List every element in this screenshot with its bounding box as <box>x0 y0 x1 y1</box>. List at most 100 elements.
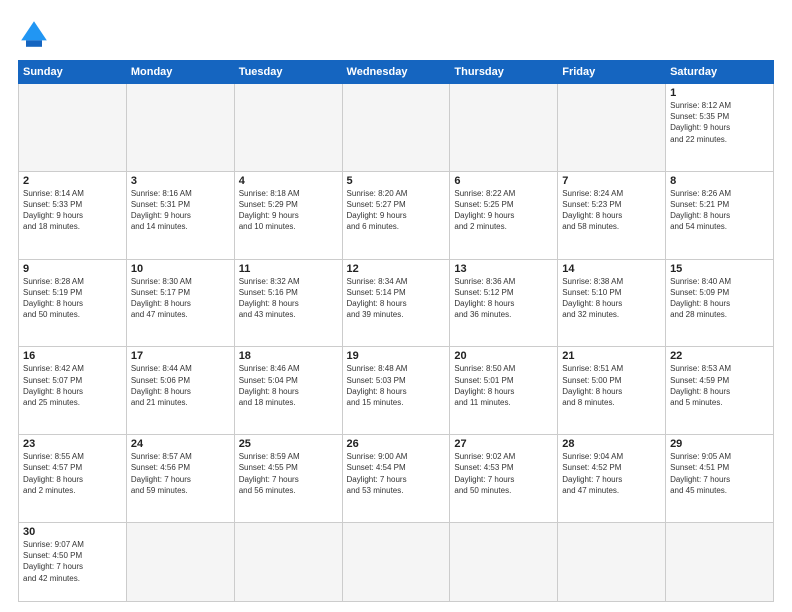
day-number: 22 <box>670 350 769 362</box>
day-number: 25 <box>239 438 338 450</box>
calendar-cell: 28Sunrise: 9:04 AM Sunset: 4:52 PM Dayli… <box>558 435 666 523</box>
day-info: Sunrise: 8:32 AM Sunset: 5:16 PM Dayligh… <box>239 276 338 321</box>
calendar-cell <box>666 522 774 601</box>
day-info: Sunrise: 8:28 AM Sunset: 5:19 PM Dayligh… <box>23 276 122 321</box>
calendar-cell: 15Sunrise: 8:40 AM Sunset: 5:09 PM Dayli… <box>666 259 774 347</box>
calendar-table: SundayMondayTuesdayWednesdayThursdayFrid… <box>18 60 774 602</box>
calendar-cell: 23Sunrise: 8:55 AM Sunset: 4:57 PM Dayli… <box>19 435 127 523</box>
day-number: 5 <box>347 175 446 187</box>
page: SundayMondayTuesdayWednesdayThursdayFrid… <box>0 0 792 612</box>
calendar-cell: 8Sunrise: 8:26 AM Sunset: 5:21 PM Daylig… <box>666 171 774 259</box>
day-number: 23 <box>23 438 122 450</box>
day-number: 8 <box>670 175 769 187</box>
day-number: 21 <box>562 350 661 362</box>
day-info: Sunrise: 8:55 AM Sunset: 4:57 PM Dayligh… <box>23 451 122 496</box>
day-number: 6 <box>454 175 553 187</box>
day-info: Sunrise: 9:05 AM Sunset: 4:51 PM Dayligh… <box>670 451 769 496</box>
calendar-cell <box>126 522 234 601</box>
day-number: 24 <box>131 438 230 450</box>
calendar-cell: 12Sunrise: 8:34 AM Sunset: 5:14 PM Dayli… <box>342 259 450 347</box>
day-info: Sunrise: 8:42 AM Sunset: 5:07 PM Dayligh… <box>23 363 122 408</box>
calendar-cell: 21Sunrise: 8:51 AM Sunset: 5:00 PM Dayli… <box>558 347 666 435</box>
calendar-cell <box>342 522 450 601</box>
calendar-cell: 27Sunrise: 9:02 AM Sunset: 4:53 PM Dayli… <box>450 435 558 523</box>
day-info: Sunrise: 8:26 AM Sunset: 5:21 PM Dayligh… <box>670 188 769 233</box>
calendar-cell: 3Sunrise: 8:16 AM Sunset: 5:31 PM Daylig… <box>126 171 234 259</box>
week-row: 23Sunrise: 8:55 AM Sunset: 4:57 PM Dayli… <box>19 435 774 523</box>
weekday-header: Saturday <box>666 61 774 84</box>
calendar-cell: 19Sunrise: 8:48 AM Sunset: 5:03 PM Dayli… <box>342 347 450 435</box>
calendar-cell: 11Sunrise: 8:32 AM Sunset: 5:16 PM Dayli… <box>234 259 342 347</box>
day-number: 9 <box>23 263 122 275</box>
weekday-header: Tuesday <box>234 61 342 84</box>
day-number: 18 <box>239 350 338 362</box>
calendar-cell <box>558 84 666 172</box>
day-info: Sunrise: 8:38 AM Sunset: 5:10 PM Dayligh… <box>562 276 661 321</box>
logo-icon <box>18 18 50 50</box>
weekday-header: Monday <box>126 61 234 84</box>
day-number: 20 <box>454 350 553 362</box>
day-info: Sunrise: 8:53 AM Sunset: 4:59 PM Dayligh… <box>670 363 769 408</box>
day-info: Sunrise: 8:16 AM Sunset: 5:31 PM Dayligh… <box>131 188 230 233</box>
week-row: 2Sunrise: 8:14 AM Sunset: 5:33 PM Daylig… <box>19 171 774 259</box>
day-number: 14 <box>562 263 661 275</box>
calendar-cell <box>126 84 234 172</box>
calendar-cell: 10Sunrise: 8:30 AM Sunset: 5:17 PM Dayli… <box>126 259 234 347</box>
calendar-cell: 9Sunrise: 8:28 AM Sunset: 5:19 PM Daylig… <box>19 259 127 347</box>
day-info: Sunrise: 8:36 AM Sunset: 5:12 PM Dayligh… <box>454 276 553 321</box>
day-info: Sunrise: 8:46 AM Sunset: 5:04 PM Dayligh… <box>239 363 338 408</box>
day-number: 1 <box>670 87 769 99</box>
day-number: 15 <box>670 263 769 275</box>
day-info: Sunrise: 9:02 AM Sunset: 4:53 PM Dayligh… <box>454 451 553 496</box>
day-info: Sunrise: 8:22 AM Sunset: 5:25 PM Dayligh… <box>454 188 553 233</box>
calendar-cell <box>19 84 127 172</box>
calendar-cell: 24Sunrise: 8:57 AM Sunset: 4:56 PM Dayli… <box>126 435 234 523</box>
weekday-header: Sunday <box>19 61 127 84</box>
calendar-cell: 13Sunrise: 8:36 AM Sunset: 5:12 PM Dayli… <box>450 259 558 347</box>
day-number: 29 <box>670 438 769 450</box>
day-info: Sunrise: 8:57 AM Sunset: 4:56 PM Dayligh… <box>131 451 230 496</box>
calendar-cell: 5Sunrise: 8:20 AM Sunset: 5:27 PM Daylig… <box>342 171 450 259</box>
calendar-cell: 22Sunrise: 8:53 AM Sunset: 4:59 PM Dayli… <box>666 347 774 435</box>
calendar-cell: 20Sunrise: 8:50 AM Sunset: 5:01 PM Dayli… <box>450 347 558 435</box>
calendar-cell <box>342 84 450 172</box>
weekday-header: Friday <box>558 61 666 84</box>
day-number: 2 <box>23 175 122 187</box>
calendar-cell: 7Sunrise: 8:24 AM Sunset: 5:23 PM Daylig… <box>558 171 666 259</box>
day-number: 13 <box>454 263 553 275</box>
day-number: 19 <box>347 350 446 362</box>
day-number: 11 <box>239 263 338 275</box>
day-info: Sunrise: 8:30 AM Sunset: 5:17 PM Dayligh… <box>131 276 230 321</box>
calendar-cell: 18Sunrise: 8:46 AM Sunset: 5:04 PM Dayli… <box>234 347 342 435</box>
day-number: 10 <box>131 263 230 275</box>
day-info: Sunrise: 8:14 AM Sunset: 5:33 PM Dayligh… <box>23 188 122 233</box>
calendar-cell: 30Sunrise: 9:07 AM Sunset: 4:50 PM Dayli… <box>19 522 127 601</box>
day-number: 26 <box>347 438 446 450</box>
day-info: Sunrise: 8:44 AM Sunset: 5:06 PM Dayligh… <box>131 363 230 408</box>
logo <box>18 18 54 50</box>
day-info: Sunrise: 8:34 AM Sunset: 5:14 PM Dayligh… <box>347 276 446 321</box>
calendar-cell: 4Sunrise: 8:18 AM Sunset: 5:29 PM Daylig… <box>234 171 342 259</box>
calendar-cell: 17Sunrise: 8:44 AM Sunset: 5:06 PM Dayli… <box>126 347 234 435</box>
day-number: 28 <box>562 438 661 450</box>
weekday-header-row: SundayMondayTuesdayWednesdayThursdayFrid… <box>19 61 774 84</box>
calendar-cell <box>450 84 558 172</box>
day-number: 16 <box>23 350 122 362</box>
day-number: 30 <box>23 526 122 538</box>
week-row: 9Sunrise: 8:28 AM Sunset: 5:19 PM Daylig… <box>19 259 774 347</box>
day-info: Sunrise: 8:50 AM Sunset: 5:01 PM Dayligh… <box>454 363 553 408</box>
day-number: 3 <box>131 175 230 187</box>
calendar-cell <box>450 522 558 601</box>
calendar-cell <box>234 522 342 601</box>
calendar-cell: 14Sunrise: 8:38 AM Sunset: 5:10 PM Dayli… <box>558 259 666 347</box>
week-row: 1Sunrise: 8:12 AM Sunset: 5:35 PM Daylig… <box>19 84 774 172</box>
day-info: Sunrise: 8:40 AM Sunset: 5:09 PM Dayligh… <box>670 276 769 321</box>
day-info: Sunrise: 8:48 AM Sunset: 5:03 PM Dayligh… <box>347 363 446 408</box>
day-info: Sunrise: 9:07 AM Sunset: 4:50 PM Dayligh… <box>23 539 122 584</box>
calendar-cell <box>234 84 342 172</box>
week-row: 30Sunrise: 9:07 AM Sunset: 4:50 PM Dayli… <box>19 522 774 601</box>
day-number: 17 <box>131 350 230 362</box>
day-number: 27 <box>454 438 553 450</box>
day-number: 4 <box>239 175 338 187</box>
calendar-cell: 2Sunrise: 8:14 AM Sunset: 5:33 PM Daylig… <box>19 171 127 259</box>
